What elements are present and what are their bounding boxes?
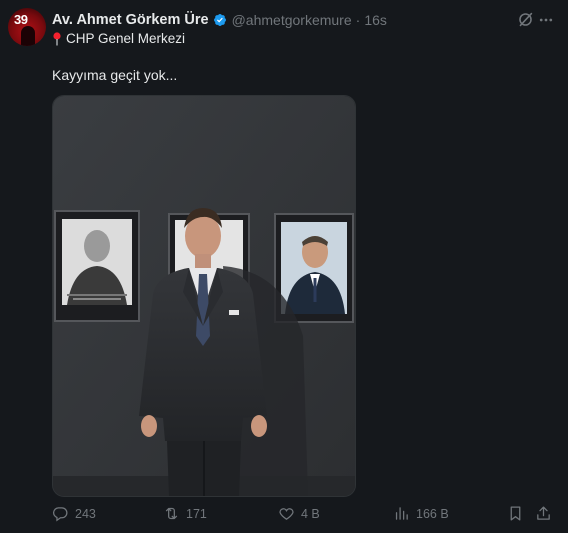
retweet-count: 171 — [186, 506, 207, 521]
grok-icon[interactable] — [517, 11, 534, 28]
verified-badge-icon — [213, 14, 226, 26]
reply-count: 243 — [75, 506, 96, 521]
views-button[interactable]: 166 B — [393, 505, 449, 522]
tweet-photo[interactable] — [52, 95, 356, 497]
share-icon — [537, 506, 550, 520]
action-bar: 243 171 4 B 166 B — [52, 505, 556, 525]
photo-image — [53, 96, 355, 496]
timestamp[interactable]: 16s — [364, 12, 387, 28]
views-icon — [395, 507, 408, 520]
tweet-card[interactable]: 39 Av. Ahmet Görkem Üre @ahmetgorkemure … — [0, 0, 568, 533]
more-icon[interactable] — [538, 12, 554, 28]
separator: · — [355, 12, 361, 28]
avatar-badge: 39 — [14, 12, 28, 27]
location-line: CHP Genel Merkezi — [52, 31, 185, 46]
share-button[interactable] — [535, 505, 558, 522]
display-name[interactable]: Av. Ahmet Görkem Üre — [52, 12, 209, 28]
avatar[interactable]: 39 — [8, 8, 46, 46]
view-count: 166 B — [416, 506, 449, 521]
location-text: CHP Genel Merkezi — [66, 31, 186, 46]
retweet-button[interactable]: 171 — [163, 505, 207, 522]
avatar-figure — [21, 26, 35, 46]
like-button[interactable]: 4 B — [278, 505, 320, 522]
handle[interactable]: @ahmetgorkemure — [232, 12, 352, 28]
bookmark-icon — [510, 506, 521, 521]
bookmark-button[interactable] — [507, 505, 530, 522]
tweet-text: Kayyıma geçit yok... — [52, 67, 178, 83]
reply-icon — [53, 507, 68, 522]
pin-icon — [53, 31, 61, 45]
heart-icon — [279, 508, 294, 520]
like-count: 4 B — [301, 506, 320, 521]
retweet-icon — [165, 507, 178, 520]
tweet-header: Av. Ahmet Görkem Üre @ahmetgorkemure · 1… — [52, 10, 558, 30]
reply-button[interactable]: 243 — [52, 505, 96, 522]
